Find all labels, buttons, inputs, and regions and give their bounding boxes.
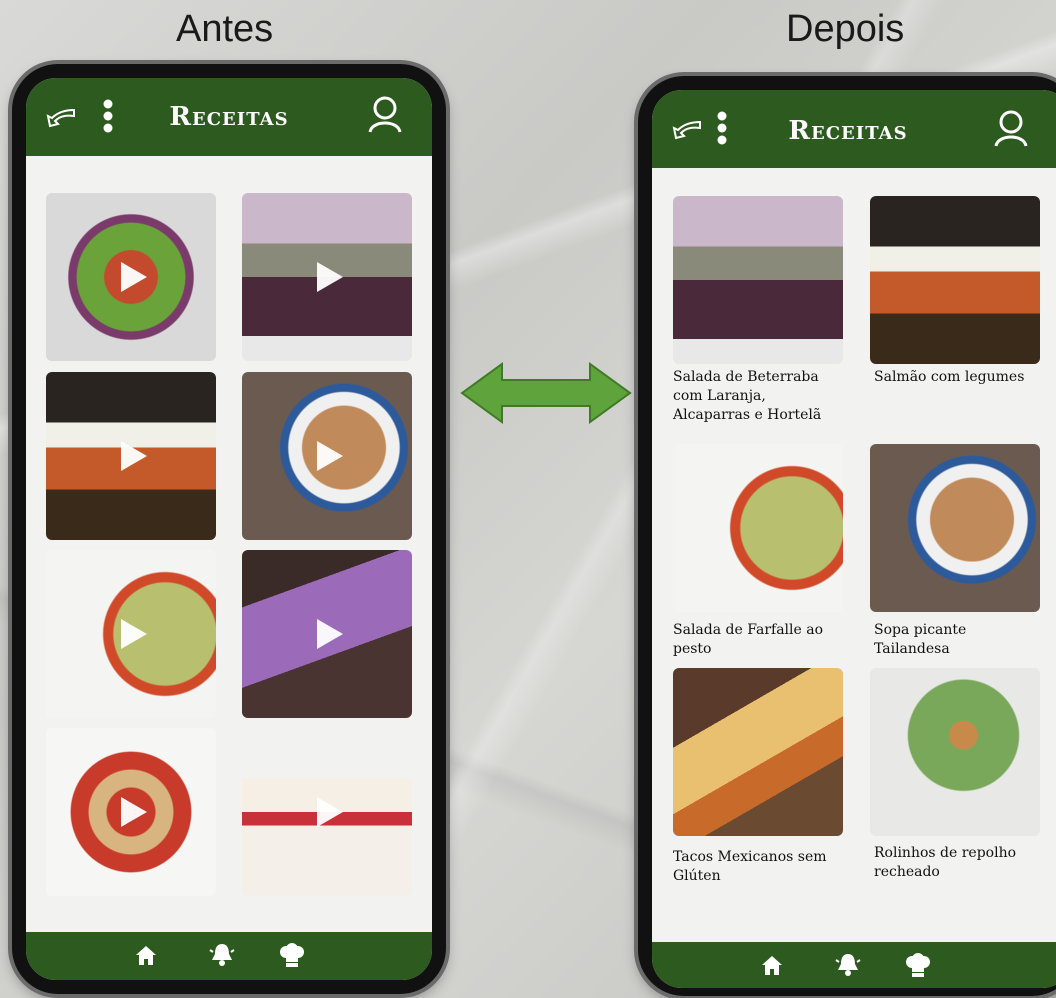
chef-hat-icon[interactable] bbox=[278, 942, 306, 968]
video-tile-popsicles[interactable] bbox=[242, 550, 412, 718]
recipe-image-farfalle[interactable] bbox=[673, 444, 843, 612]
home-icon[interactable] bbox=[760, 954, 784, 976]
video-tile-panna-cotta[interactable] bbox=[242, 728, 412, 896]
app-title: Receitas bbox=[788, 116, 908, 146]
video-tile-farfalle[interactable] bbox=[46, 550, 216, 718]
before-heading: Antes bbox=[176, 8, 274, 50]
recipe-title[interactable]: Salmão com legumes bbox=[874, 368, 1054, 387]
recipe-title[interactable]: Salada de Beterraba com Laranja, Alcapar… bbox=[673, 368, 843, 425]
chef-hat-icon[interactable] bbox=[904, 952, 932, 978]
video-tile-salmon[interactable] bbox=[46, 372, 216, 540]
bottom-nav bbox=[652, 942, 1056, 988]
screen-before: Receitas bbox=[26, 78, 432, 980]
recipe-title[interactable]: Rolinhos de repolho recheado bbox=[874, 844, 1024, 882]
recipe-title[interactable]: Salada de Farfalle ao pesto bbox=[673, 621, 843, 659]
app-header: Receitas bbox=[26, 78, 432, 156]
recipe-image-beet-salad[interactable] bbox=[673, 196, 843, 364]
play-icon bbox=[121, 441, 147, 471]
user-profile-icon[interactable] bbox=[992, 108, 1030, 148]
recipe-title[interactable]: Sopa picante Tailandesa bbox=[874, 621, 1024, 659]
recipe-image-thai-soup[interactable] bbox=[870, 444, 1040, 612]
recipe-image-salmon[interactable] bbox=[870, 196, 1040, 364]
double-arrow-icon bbox=[460, 362, 632, 424]
user-profile-icon[interactable] bbox=[366, 94, 404, 134]
play-icon bbox=[317, 262, 343, 292]
play-icon bbox=[317, 619, 343, 649]
bell-icon[interactable] bbox=[208, 942, 236, 968]
home-icon[interactable] bbox=[134, 944, 158, 966]
video-tile-panzanella[interactable] bbox=[46, 728, 216, 896]
video-tile-salad-bowl[interactable] bbox=[46, 193, 216, 361]
bell-icon[interactable] bbox=[834, 952, 862, 978]
phone-after: Receitas Salada de Beterraba com Laranja… bbox=[638, 76, 1056, 996]
play-icon bbox=[317, 441, 343, 471]
after-heading: Depois bbox=[786, 8, 905, 50]
video-tile-thai-soup[interactable] bbox=[242, 372, 412, 540]
play-icon bbox=[121, 262, 147, 292]
recipe-image-cabbage-rolls[interactable] bbox=[870, 668, 1040, 836]
recipe-title[interactable]: Tacos Mexicanos sem Glúten bbox=[673, 848, 843, 886]
bottom-nav bbox=[26, 932, 432, 980]
app-header: Receitas bbox=[652, 90, 1056, 168]
play-icon bbox=[121, 619, 147, 649]
screen-after: Receitas Salada de Beterraba com Laranja… bbox=[652, 90, 1056, 988]
play-icon bbox=[121, 797, 147, 827]
video-tile-beet-salad[interactable] bbox=[242, 193, 412, 361]
phone-before: Receitas bbox=[12, 64, 446, 994]
play-icon bbox=[317, 797, 343, 827]
recipe-image-tacos[interactable] bbox=[673, 668, 843, 836]
